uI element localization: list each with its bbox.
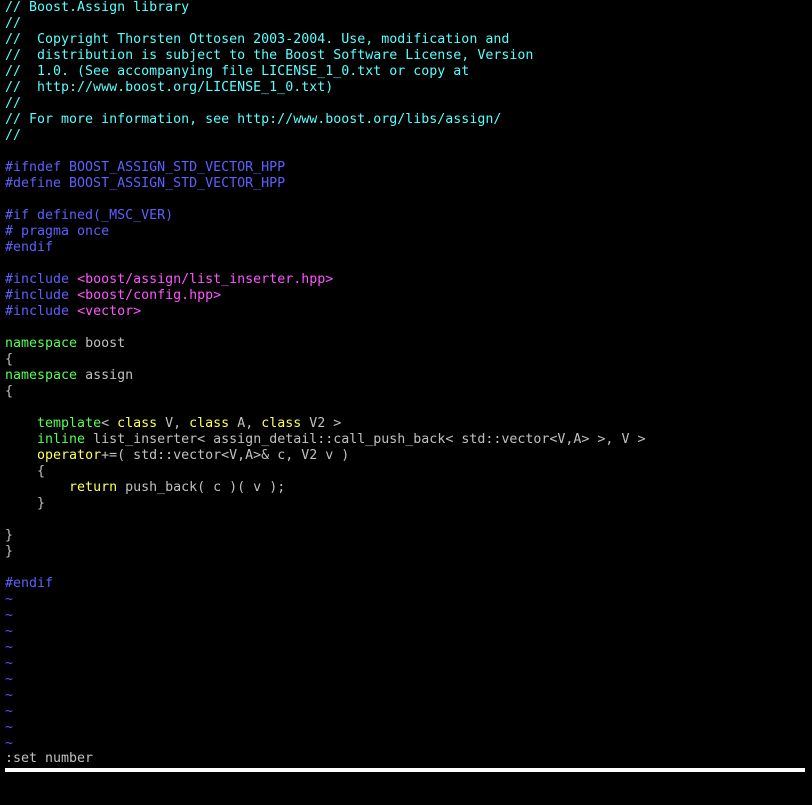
token-type: return — [69, 480, 118, 495]
token-comment: // — [5, 128, 22, 143]
token-text: V2 > — [301, 416, 342, 431]
empty-buffer-tilde: ~ — [5, 592, 14, 607]
code-line: // For more information, see http://www.… — [5, 112, 807, 128]
empty-buffer-tilde: ~ — [5, 608, 14, 623]
token-comment: // — [5, 96, 22, 111]
token-comment: // distribution is subject to the Boost … — [5, 48, 534, 63]
token-keyword: inline — [37, 432, 86, 447]
empty-buffer-tilde: ~ — [5, 688, 14, 703]
code-line: # pragma once — [5, 224, 807, 240]
token-text: { — [5, 464, 46, 479]
code-line: } — [5, 496, 807, 512]
code-line: return push_back( c )( v ); — [5, 480, 807, 496]
token-keyword: template — [37, 416, 102, 431]
token-include-path: <boost/assign/list_inserter.hpp> — [77, 272, 334, 287]
code-line: #define BOOST_ASSIGN_STD_VECTOR_HPP — [5, 176, 807, 192]
token-text: } — [5, 528, 14, 543]
code-line: #endif — [5, 576, 807, 592]
code-line: // http://www.boost.org/LICENSE_1_0.txt) — [5, 80, 807, 96]
token-text: { — [5, 352, 14, 367]
token-text: assign — [77, 368, 134, 383]
code-line: { — [5, 384, 807, 400]
code-line: #if defined(_MSC_VER) — [5, 208, 807, 224]
token-comment: // Copyright Thorsten Ottosen 2003-2004.… — [5, 32, 510, 47]
token-type: operator — [37, 448, 102, 463]
token-comment: // http://www.boost.org/LICENSE_1_0.txt) — [5, 80, 334, 95]
token-text: +=( std::vector<V,A>& c, V2 v ) — [101, 448, 350, 463]
empty-buffer-tilde: ~ — [5, 736, 14, 751]
code-line: template< class V, class A, class V2 > — [5, 416, 807, 432]
token-preproc: #if defined(_MSC_VER) — [5, 208, 174, 223]
code-line: } — [5, 544, 807, 560]
code-line: // distribution is subject to the Boost … — [5, 48, 807, 64]
token-preproc: #ifndef BOOST_ASSIGN_STD_VECTOR_HPP — [5, 160, 286, 175]
empty-buffer-tilde: ~ — [5, 720, 14, 735]
token-include-path: <boost/config.hpp> — [77, 288, 222, 303]
token-comment: // Boost.Assign library — [5, 0, 190, 15]
code-line: operator+=( std::vector<V,A>& c, V2 v ) — [5, 448, 807, 464]
token-text: list_inserter< assign_detail::call_push_… — [85, 432, 646, 447]
code-line: inline list_inserter< assign_detail::cal… — [5, 432, 807, 448]
code-line: { — [5, 352, 807, 368]
code-line: } — [5, 528, 807, 544]
code-line: #include <boost/assign/list_inserter.hpp… — [5, 272, 807, 288]
empty-buffer-tilde: ~ — [5, 656, 14, 671]
token-keyword: namespace — [5, 336, 78, 351]
code-line: // Boost.Assign library — [5, 0, 807, 16]
token-text: A, — [229, 416, 262, 431]
token-text: boost — [77, 336, 126, 351]
token-include-path: <vector> — [77, 304, 142, 319]
code-line: // Copyright Thorsten Ottosen 2003-2004.… — [5, 32, 807, 48]
token-text: { — [5, 384, 14, 399]
token-preproc: #endif — [5, 576, 54, 591]
code-line: // — [5, 96, 807, 112]
token-preproc: #include — [5, 288, 78, 303]
code-line: // — [5, 128, 807, 144]
token-comment: // 1.0. (See accompanying file LICENSE_1… — [5, 64, 470, 79]
empty-buffer-tilde: ~ — [5, 704, 14, 719]
empty-buffer-tilde: ~ — [5, 640, 14, 655]
token-type: class — [261, 416, 302, 431]
token-preproc: #include — [5, 272, 78, 287]
code-line: #include <boost/config.hpp> — [5, 288, 807, 304]
token-text: V, — [157, 416, 190, 431]
code-line: #include <vector> — [5, 304, 807, 320]
empty-buffer-tilde: ~ — [5, 624, 14, 639]
command-line[interactable]: :set number — [5, 751, 93, 767]
token-preproc: #define BOOST_ASSIGN_STD_VECTOR_HPP — [5, 176, 286, 191]
token-text: < — [101, 416, 118, 431]
token-text: push_back( c )( v ); — [117, 480, 286, 495]
token-preproc: #endif — [5, 240, 54, 255]
code-line: #endif — [5, 240, 807, 256]
token-keyword: namespace — [5, 368, 78, 383]
token-type: class — [117, 416, 158, 431]
code-line: { — [5, 464, 807, 480]
token-text: } — [5, 496, 46, 511]
token-comment: // For more information, see http://www.… — [5, 112, 502, 127]
code-line: #ifndef BOOST_ASSIGN_STD_VECTOR_HPP — [5, 160, 807, 176]
editor-buffer[interactable]: // Boost.Assign library//// Copyright Th… — [5, 0, 807, 752]
status-bar — [5, 768, 805, 772]
token-type: class — [189, 416, 230, 431]
token-text: } — [5, 544, 14, 559]
token-preproc: # pragma once — [5, 224, 110, 239]
token-comment: // — [5, 16, 22, 31]
token-preproc: #include — [5, 304, 78, 319]
code-line: namespace assign — [5, 368, 807, 384]
code-line: namespace boost — [5, 336, 807, 352]
code-line: // — [5, 16, 807, 32]
empty-buffer-tilde: ~ — [5, 672, 14, 687]
code-line: // 1.0. (See accompanying file LICENSE_1… — [5, 64, 807, 80]
